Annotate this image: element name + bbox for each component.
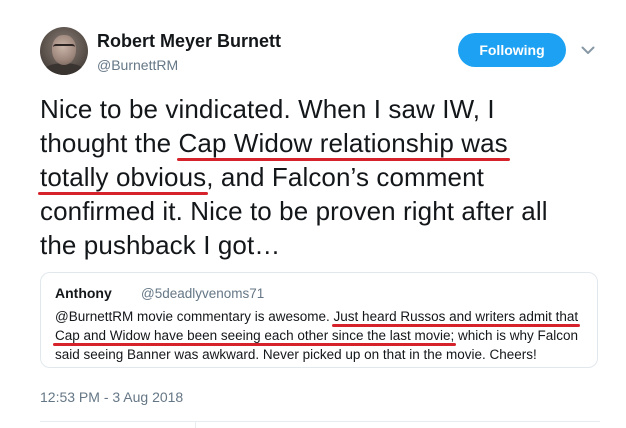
tweet-card: Robert Meyer Burnett @BurnettRM Followin…	[0, 0, 626, 428]
highlight-underline-2: totally obvious	[40, 162, 207, 192]
quoted-text: @BurnettRM movie commentary is awesome. …	[55, 307, 591, 364]
chevron-down-icon[interactable]	[580, 42, 596, 58]
quoted-highlight-1: Just heard Russos and writers admit that	[333, 309, 579, 324]
quoted-line-2-b: which is why Falcon	[454, 328, 579, 343]
author-display-name[interactable]: Robert Meyer Burnett	[97, 31, 281, 52]
avatar[interactable]	[40, 27, 88, 75]
quoted-author-name[interactable]: Anthony	[55, 285, 112, 301]
quoted-line-1-a: @BurnettRM movie commentary is awesome.	[55, 309, 334, 324]
quoted-line-3: said seeing Banner was awkward. Never pi…	[55, 347, 537, 362]
following-button[interactable]: Following	[458, 33, 566, 67]
divider-tick	[195, 421, 196, 428]
tweet-line-3: totally obvious, and Falcon’s comment	[40, 160, 600, 194]
quoted-highlight-2: Cap and Widow have been seeing each othe…	[55, 328, 455, 343]
tweet-line-5: the pushback I got…	[40, 230, 281, 260]
tweet-line-1: Nice to be vindicated. When I saw IW, I	[40, 94, 495, 124]
avatar-glasses	[53, 44, 75, 52]
quoted-line-2: Cap and Widow have been seeing each othe…	[55, 326, 591, 345]
quoted-tweet[interactable]: Anthony @5deadlyvenoms71 @BurnettRM movi…	[40, 272, 598, 368]
author-handle[interactable]: @BurnettRM	[97, 57, 178, 73]
quoted-author-handle[interactable]: @5deadlyvenoms71	[141, 286, 264, 301]
quoted-line-1: @BurnettRM movie commentary is awesome. …	[55, 307, 591, 326]
tweet-line-3-suffix: , and Falcon’s comment	[206, 162, 485, 192]
tweet-line-2-prefix: thought the	[40, 128, 179, 158]
tweet-line-4: confirmed it. Nice to be proven right af…	[40, 196, 548, 226]
tweet-text: Nice to be vindicated. When I saw IW, I …	[40, 92, 600, 262]
highlight-underline-1: Cap Widow relationship was	[178, 128, 508, 158]
divider	[40, 421, 600, 422]
tweet-timestamp[interactable]: 12:53 PM - 3 Aug 2018	[40, 389, 183, 405]
tweet-line-2: thought the Cap Widow relationship was	[40, 126, 600, 160]
